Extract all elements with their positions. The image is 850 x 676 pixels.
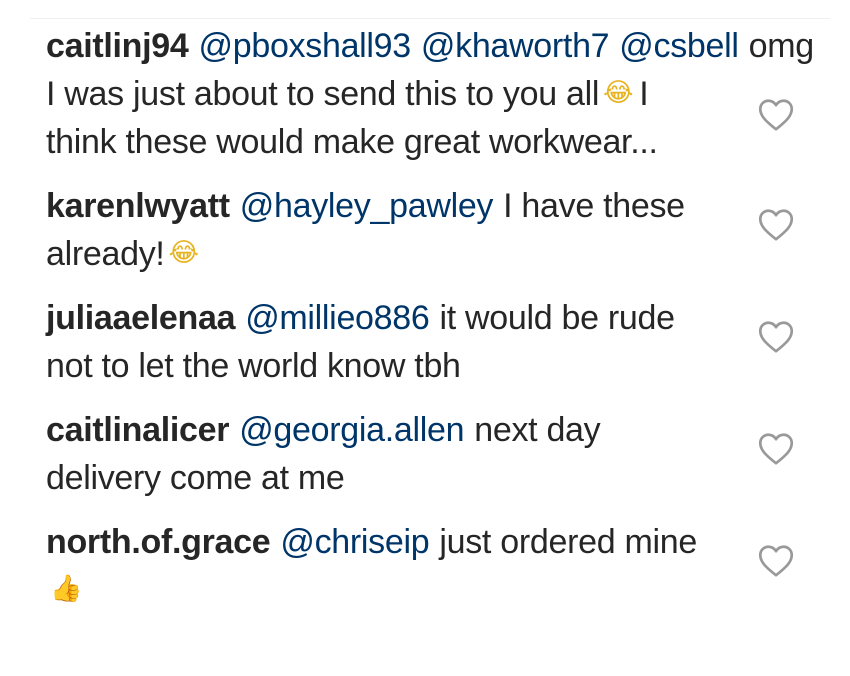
heart-outline-icon xyxy=(758,99,794,131)
top-divider xyxy=(30,18,830,19)
like-button[interactable] xyxy=(758,208,794,242)
comment-item: caitlinj94 @pboxshall93 @khaworth7 @csbell o… xyxy=(46,22,836,166)
comment-mention[interactable]: @georgia.allen xyxy=(239,411,464,449)
like-button[interactable] xyxy=(758,544,794,578)
comment-username[interactable]: juliaaelenaa xyxy=(46,299,235,337)
comment-item: caitlinalicer @georgia.allen next day deli… xyxy=(46,406,836,502)
comment-text: caitlinj94 @pboxshall93 @khaworth7 @csbell o… xyxy=(46,22,814,166)
heart-outline-icon xyxy=(758,321,794,353)
comment-body: just ordered mine xyxy=(439,523,697,561)
heart-outline-icon xyxy=(758,209,794,241)
comment-text: juliaaelenaa @millieo886 it would be rude … xyxy=(46,294,706,390)
comment-mention[interactable]: @csbell xyxy=(619,27,739,65)
comment-username[interactable]: caitlinalicer xyxy=(46,411,230,449)
comment-text: caitlinalicer @georgia.allen next day deli… xyxy=(46,406,706,502)
comment-list: caitlinj94 @pboxshall93 @khaworth7 @csbell o… xyxy=(46,22,836,630)
face-with-tears-of-joy-icon: 😂 xyxy=(168,238,199,268)
comment-item: karenlwyatt @hayley_pawley I have these al… xyxy=(46,182,836,278)
like-button[interactable] xyxy=(758,98,794,132)
comment-username[interactable]: caitlinj94 xyxy=(46,27,189,65)
heart-outline-icon xyxy=(758,433,794,465)
comment-text: north.of.grace @chriseip just ordered mine… xyxy=(46,518,706,614)
comment-mention[interactable]: @khaworth7 xyxy=(421,27,610,65)
comment-username[interactable]: karenlwyatt xyxy=(46,187,230,225)
comment-mention[interactable]: @millieo886 xyxy=(245,299,430,337)
comment-item: juliaaelenaa @millieo886 it would be rude … xyxy=(46,294,836,390)
like-button[interactable] xyxy=(758,320,794,354)
comment-mention[interactable]: @chriseip xyxy=(280,523,429,561)
thumbs-up-icon: 👍 xyxy=(50,574,83,604)
like-button[interactable] xyxy=(758,432,794,466)
comment-username[interactable]: north.of.grace xyxy=(46,523,271,561)
comment-mention[interactable]: @pboxshall93 xyxy=(199,27,412,65)
heart-outline-icon xyxy=(758,545,794,577)
comment-mention[interactable]: @hayley_pawley xyxy=(240,187,494,225)
comment-text: karenlwyatt @hayley_pawley I have these al… xyxy=(46,182,706,278)
comment-item: north.of.grace @chriseip just ordered mine… xyxy=(46,518,836,614)
face-with-tears-of-joy-icon: 😂 xyxy=(603,78,634,108)
